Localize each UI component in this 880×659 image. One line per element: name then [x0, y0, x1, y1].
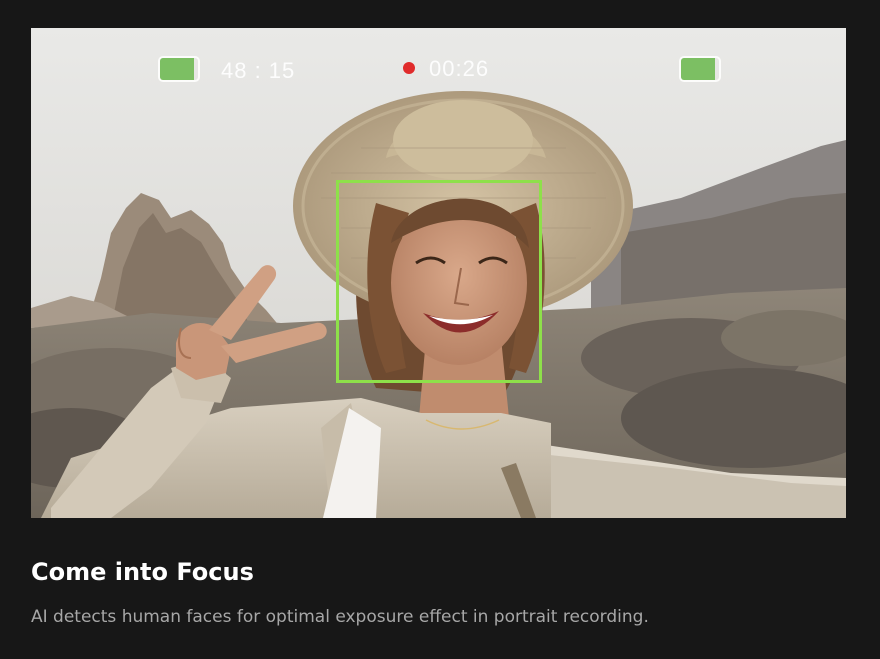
face-detection-frame [336, 180, 542, 383]
recording-time-remaining: 48 : 15 [221, 58, 296, 83]
camera-viewfinder: 48 : 15 00:26 [31, 28, 846, 518]
recording-indicator-icon [403, 62, 415, 74]
feature-title: Come into Focus [31, 558, 254, 586]
battery-fill [160, 58, 195, 80]
feature-description: AI detects human faces for optimal expos… [31, 607, 649, 627]
battery-icon [679, 56, 721, 82]
camera-hud-overlay: 48 : 15 00:26 [31, 28, 846, 518]
battery-fill [681, 58, 716, 80]
battery-icon [158, 56, 200, 82]
recording-elapsed-time: 00:26 [429, 56, 490, 81]
